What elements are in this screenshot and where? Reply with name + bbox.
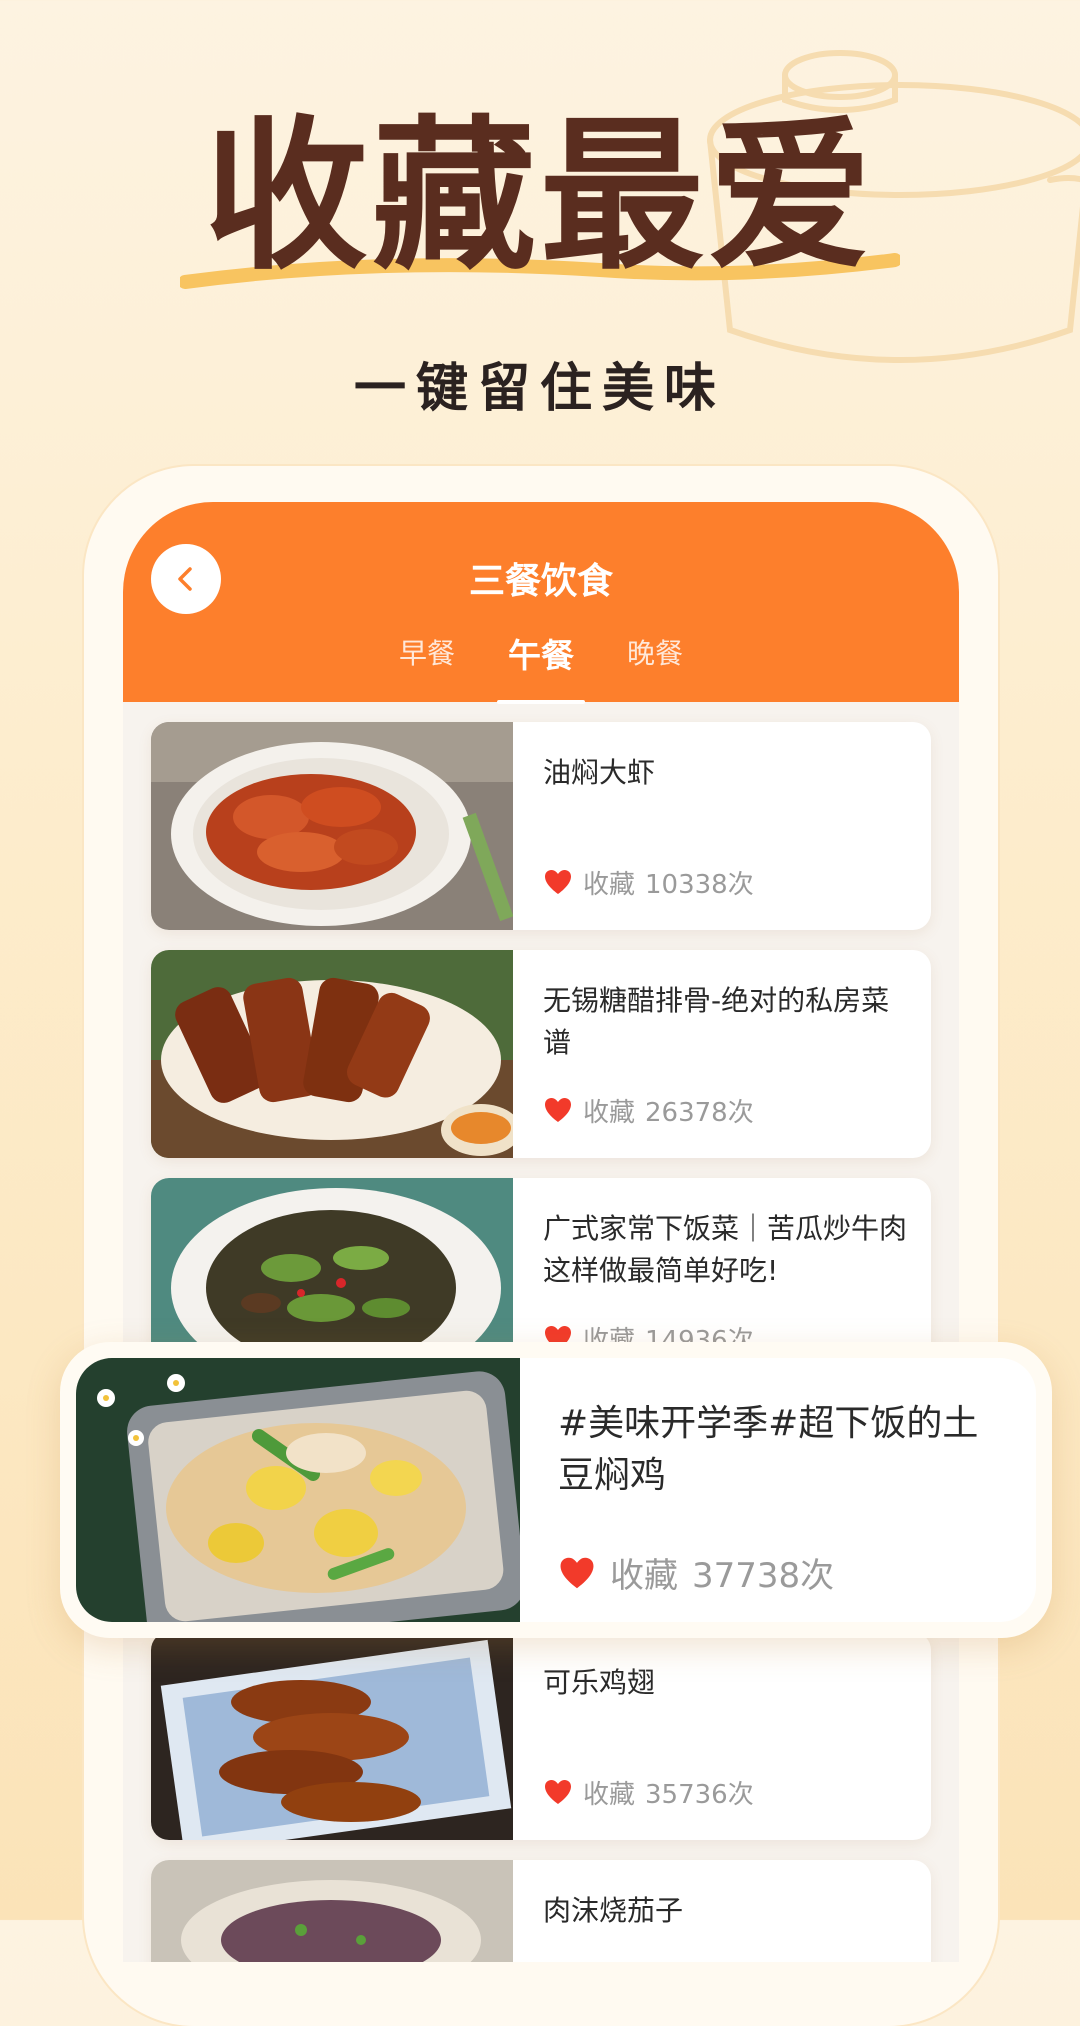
recipe-title: #美味开学季#超下饭的土豆焖鸡 — [558, 1403, 979, 1496]
favorite-number: 26378次 — [645, 1097, 754, 1128]
recipe-image — [151, 1860, 513, 1962]
hero-subtitle: 一键留住美味 — [353, 359, 726, 419]
recipe-title: 无锡糖醋排骨-绝对的私房菜谱 — [543, 984, 890, 1059]
tab-indicator — [497, 700, 585, 704]
heart-icon — [545, 1780, 571, 1804]
recipe-title: 油焖大虾 — [543, 756, 656, 789]
tab-dinner[interactable]: 晚餐 — [595, 632, 715, 672]
recipe-image — [151, 722, 513, 930]
highlighted-recipe-card[interactable]: #美味开学季#超下饭的土豆焖鸡 收藏 37738次 — [60, 1342, 1052, 1638]
recipe-image — [151, 950, 513, 1158]
app-header: 三餐饮食 早餐 午餐 晚餐 — [123, 502, 959, 704]
recipe-title: 可乐鸡翅 — [543, 1666, 656, 1699]
hero-title: 收藏最爱 — [203, 101, 876, 292]
favorite-label: 收藏 — [583, 1097, 636, 1128]
favorite-count: 收藏 37738次 — [558, 1548, 834, 1597]
tab-lunch[interactable]: 午餐 — [481, 629, 601, 677]
favorite-count: 收藏 26378次 — [543, 1092, 754, 1128]
heart-icon — [545, 870, 571, 894]
recipe-card[interactable]: 油焖大虾 收藏 10338次 — [151, 722, 931, 930]
recipe-title: 肉沫烧茄子 — [543, 1894, 684, 1927]
recipe-title: 广式家常下饭菜｜苦瓜炒牛肉这样做最简单好吃! — [543, 1212, 908, 1287]
heart-icon — [545, 1098, 571, 1122]
highlighted-card-inner: #美味开学季#超下饭的土豆焖鸡 收藏 37738次 — [76, 1358, 1036, 1622]
recipe-card[interactable]: 无锡糖醋排骨-绝对的私房菜谱 收藏 26378次 — [151, 950, 931, 1158]
phone-screen: 三餐饮食 早餐 午餐 晚餐 油焖大虾 收藏 10338次 无锡糖醋排骨-绝对的私… — [123, 502, 959, 1962]
favorite-number: 10338次 — [645, 869, 754, 900]
favorite-number: 37738次 — [692, 1556, 835, 1596]
meal-tabs: 早餐 午餐 晚餐 — [123, 629, 959, 704]
favorite-count: 收藏 35736次 — [543, 1774, 754, 1810]
favorite-number: 35736次 — [645, 1779, 754, 1810]
recipe-card[interactable]: 肉沫烧茄子 — [151, 1860, 931, 1962]
page-title: 三餐饮食 — [468, 561, 613, 602]
tab-breakfast[interactable]: 早餐 — [367, 632, 487, 672]
heart-icon — [560, 1557, 594, 1588]
favorite-label: 收藏 — [583, 869, 636, 900]
favorite-label: 收藏 — [610, 1556, 678, 1596]
recipe-image — [76, 1358, 520, 1622]
recipe-image — [151, 1632, 513, 1840]
favorite-label: 收藏 — [583, 1779, 636, 1810]
favorite-count: 收藏 10338次 — [543, 864, 754, 900]
recipe-card[interactable]: 可乐鸡翅 收藏 35736次 — [151, 1632, 931, 1840]
